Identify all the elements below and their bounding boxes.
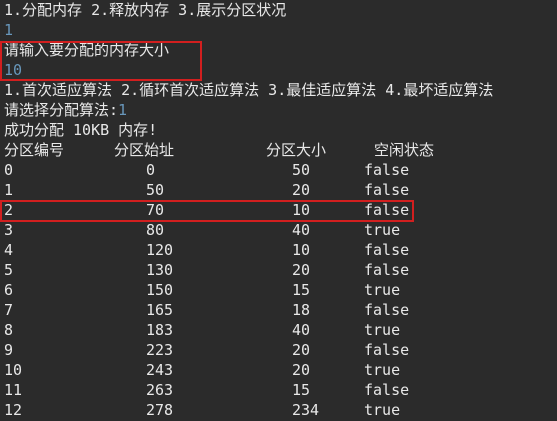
cell-free-status: false <box>364 181 410 199</box>
cell-partition-size: 20 <box>292 361 311 379</box>
cell-partition-start: 150 <box>146 281 174 299</box>
cell-partition-id: 11 <box>4 381 23 399</box>
cell-free-status: false <box>364 261 410 279</box>
size-input: 10 <box>4 61 23 79</box>
cell-free-status: false <box>364 241 410 259</box>
cell-partition-id: 8 <box>4 321 14 339</box>
cell-free-status: false <box>364 341 410 359</box>
cell-partition-size: 15 <box>292 281 311 299</box>
cell-free-status: false <box>364 201 410 219</box>
cell-partition-start: 50 <box>146 181 165 199</box>
cell-partition-size: 15 <box>292 381 311 399</box>
cell-partition-id: 5 <box>4 261 14 279</box>
menu-choice-input: 1 <box>4 21 14 39</box>
cell-partition-id: 4 <box>4 241 14 259</box>
algorithm-prompt: 请选择分配算法: <box>4 101 119 119</box>
cell-free-status: false <box>364 161 410 179</box>
cell-free-status: true <box>364 281 401 299</box>
cell-partition-id: 6 <box>4 281 14 299</box>
cell-partition-id: 9 <box>4 341 14 359</box>
cell-partition-start: 243 <box>146 361 174 379</box>
cell-partition-id: 10 <box>4 361 23 379</box>
cell-partition-start: 223 <box>146 341 174 359</box>
cell-partition-size: 40 <box>292 221 311 239</box>
cell-partition-id: 7 <box>4 301 14 319</box>
cell-partition-start: 0 <box>146 161 156 179</box>
success-message: 成功分配 10KB 内存! <box>4 121 158 139</box>
cell-partition-size: 10 <box>292 241 311 259</box>
cell-free-status: false <box>364 301 410 319</box>
cell-partition-id: 0 <box>4 161 14 179</box>
cell-partition-size: 18 <box>292 301 311 319</box>
header-free-status: 空闲状态 <box>374 141 435 159</box>
cell-free-status: true <box>364 221 401 239</box>
cell-partition-size: 20 <box>292 261 311 279</box>
cell-partition-id: 1 <box>4 181 14 199</box>
cell-free-status: true <box>364 321 401 339</box>
main-menu-line: 1.分配内存 2.释放内存 3.展示分区状况 <box>4 1 287 19</box>
cell-partition-start: 120 <box>146 241 174 259</box>
cell-partition-size: 20 <box>292 341 311 359</box>
cell-partition-start: 278 <box>146 401 174 419</box>
cell-partition-start: 183 <box>146 321 174 339</box>
cell-partition-start: 263 <box>146 381 174 399</box>
header-partition-id: 分区编号 <box>4 141 65 159</box>
cell-partition-start: 165 <box>146 301 174 319</box>
row-highlight-box <box>0 200 414 222</box>
cell-partition-start: 80 <box>146 221 165 239</box>
algorithm-menu-line: 1.首次适应算法 2.循环首次适应算法 3.最佳适应算法 4.最坏适应算法 <box>4 81 494 99</box>
cell-partition-start: 130 <box>146 261 174 279</box>
cell-partition-id: 12 <box>4 401 23 419</box>
console-output: 1.分配内存 2.释放内存 3.展示分区状况 1 请输入要分配的内存大小 10 … <box>0 0 557 421</box>
cell-partition-size: 20 <box>292 181 311 199</box>
cell-free-status: false <box>364 381 410 399</box>
cell-partition-size: 40 <box>292 321 311 339</box>
header-partition-size: 分区大小 <box>266 141 327 159</box>
cell-partition-start: 70 <box>146 201 165 219</box>
header-partition-start: 分区始址 <box>114 141 175 159</box>
algorithm-prompt-line: 请选择分配算法:1 <box>4 100 127 120</box>
cell-free-status: true <box>364 361 401 379</box>
algorithm-choice-input: 1 <box>118 101 128 119</box>
cell-partition-size: 234 <box>292 401 320 419</box>
cell-partition-size: 10 <box>292 201 311 219</box>
cell-partition-size: 50 <box>292 161 311 179</box>
cell-partition-id: 3 <box>4 221 14 239</box>
size-prompt: 请输入要分配的内存大小 <box>4 41 170 59</box>
cell-free-status: true <box>364 401 401 419</box>
cell-partition-id: 2 <box>4 201 14 219</box>
